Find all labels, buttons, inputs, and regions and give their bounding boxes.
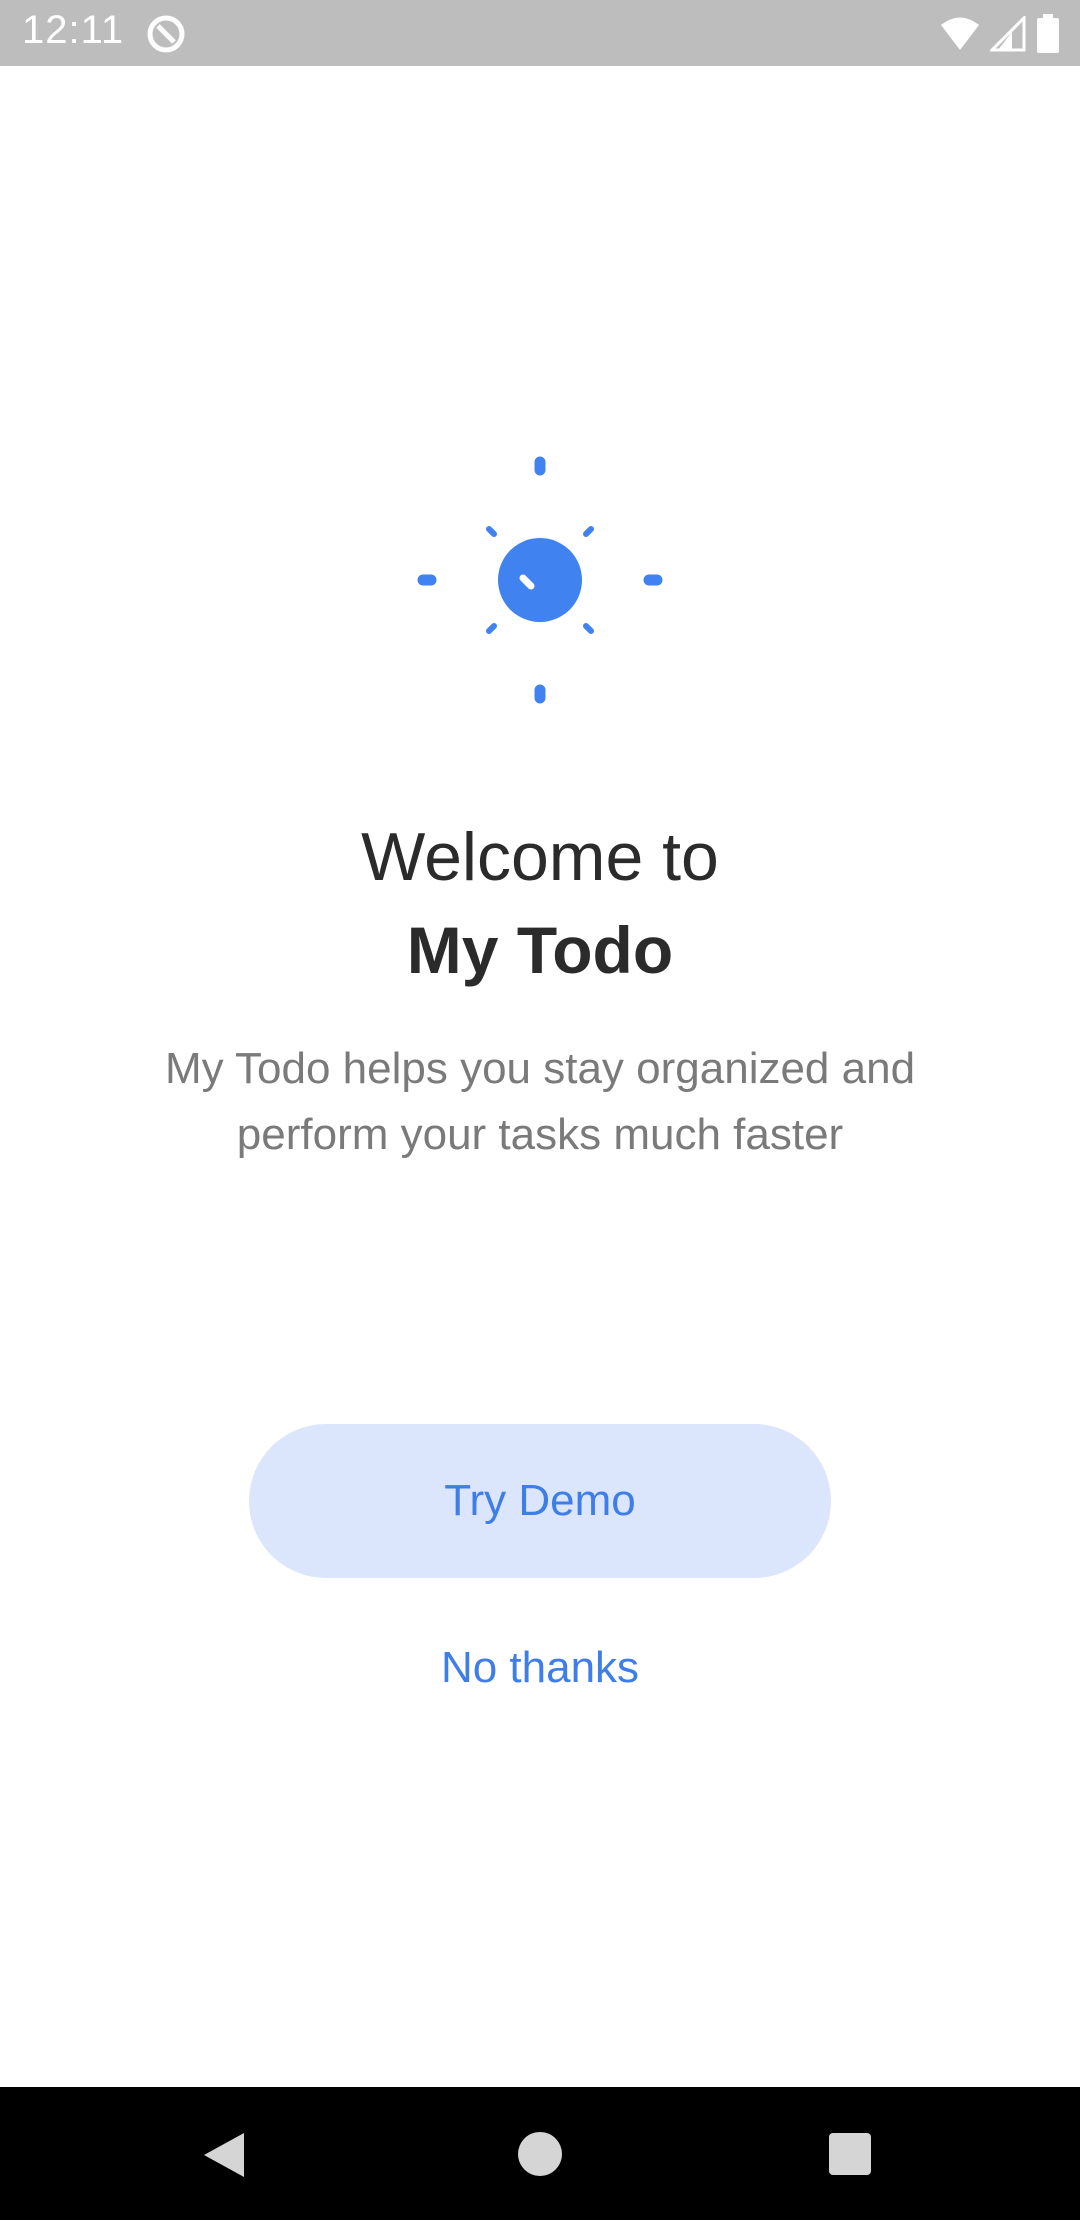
home-icon[interactable]	[518, 2132, 562, 2176]
app-notification-icon	[147, 15, 185, 53]
welcome-description: My Todo helps you stay organized and per…	[164, 1044, 916, 1159]
status-icons	[940, 12, 1060, 56]
recents-icon[interactable]	[829, 2133, 871, 2175]
battery-icon	[1037, 14, 1059, 53]
no-thanks-button[interactable]: No thanks	[340, 1630, 740, 1706]
welcome-heading: Welcome to	[361, 819, 719, 895]
back-icon[interactable]	[200, 2129, 252, 2181]
try-demo-button[interactable]: Try Demo	[249, 1424, 831, 1578]
app-name-title: My Todo	[406, 913, 674, 987]
welcome-screen: 12:11 Welcome to My Todo My Todo helps y…	[0, 0, 1080, 2220]
wifi-icon	[941, 17, 979, 50]
signal-icon	[990, 16, 1026, 52]
sun-icon	[417, 456, 663, 704]
navigation-bar	[0, 2087, 1080, 2220]
status-bar: 12:11	[0, 0, 1080, 66]
status-time: 12:11	[22, 8, 125, 52]
